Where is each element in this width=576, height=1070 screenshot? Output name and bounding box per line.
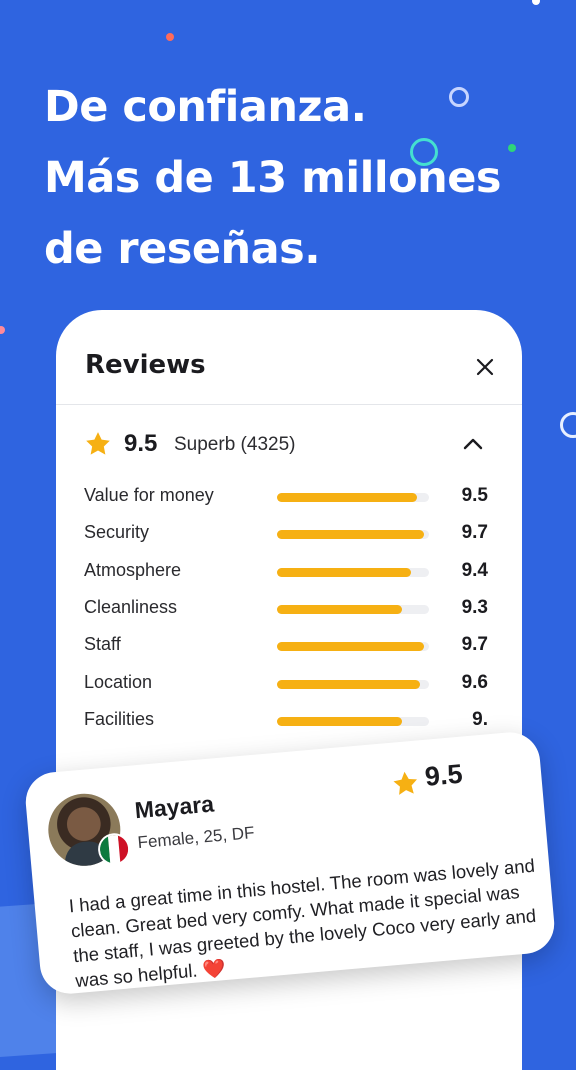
reviewer-name: Mayara — [133, 790, 215, 824]
overall-label: Superb (4325) — [174, 434, 296, 455]
rating-bar-fill — [277, 568, 411, 577]
decor-dot-green — [508, 144, 516, 152]
rating-bar-track — [277, 530, 429, 539]
reviewer-meta: Female, 25, DF — [136, 823, 256, 853]
overall-rating[interactable]: 9.5 Superb (4325) — [84, 428, 496, 462]
rating-bar-fill — [277, 493, 417, 502]
decor-dot-white — [532, 0, 540, 5]
rating-bar-fill — [277, 642, 425, 651]
rating-bar-track — [277, 680, 429, 689]
rating-bar-track — [277, 493, 429, 502]
star-icon — [86, 432, 110, 455]
rating-label: Cleanliness — [84, 597, 178, 617]
rating-value: 9.6 — [461, 672, 488, 693]
rating-value: 9.7 — [461, 522, 488, 543]
headline-line-2: Más de 13 millones — [44, 153, 502, 203]
rating-row-cleanliness: Cleanliness 9.3 — [84, 595, 496, 623]
rating-value: 9.7 — [461, 634, 488, 655]
rating-label: Staff — [84, 634, 121, 654]
rating-row-atmosphere: Atmosphere 9.4 — [84, 558, 496, 586]
reviews-header: Reviews — [56, 310, 522, 405]
rating-label: Facilities — [84, 709, 155, 729]
overall-score: 9.5 — [124, 430, 158, 457]
close-button[interactable] — [474, 356, 496, 378]
headline-line-1: De confianza. — [44, 82, 367, 132]
rating-bar-fill — [277, 530, 425, 539]
rating-value: 9.4 — [461, 560, 488, 581]
chevron-up-icon[interactable] — [462, 434, 484, 454]
rating-row-location: Location 9.6 — [84, 670, 496, 698]
review-card[interactable]: Mayara Female, 25, DF 9.5 I had a great … — [23, 729, 557, 997]
close-icon — [476, 358, 494, 376]
headline: De confianza. Más de 13 millones de rese… — [44, 72, 502, 285]
review-score: 9.5 — [423, 758, 464, 792]
rating-row-security: Security 9.7 — [84, 520, 496, 548]
rating-label: Value for money — [84, 485, 214, 505]
rating-bar-fill — [277, 605, 402, 614]
rating-bar-fill — [277, 717, 402, 726]
star-icon — [393, 771, 417, 795]
rating-label: Location — [84, 672, 153, 692]
reviews-title: Reviews — [85, 350, 206, 380]
rating-value: 9. — [472, 709, 488, 730]
rating-bar-track — [277, 568, 429, 577]
rating-bar-track — [277, 605, 429, 614]
heart-emoji: ❤️ — [201, 957, 227, 980]
rating-label: Atmosphere — [84, 560, 182, 580]
decor-dot-pink — [0, 326, 5, 334]
rating-value: 9.3 — [461, 597, 488, 618]
rating-row-facilities: Facilities 9. — [84, 707, 496, 735]
decor-ring-white-right — [560, 412, 576, 438]
decor-dot-orange — [166, 33, 174, 41]
rating-label: Security — [84, 522, 150, 542]
rating-bar-track — [277, 642, 429, 651]
rating-bar-track — [277, 717, 429, 726]
rating-bar-fill — [277, 680, 420, 689]
headline-line-3: de reseñas. — [44, 224, 321, 274]
rating-row-staff: Staff 9.7 — [84, 632, 496, 660]
rating-row-value-for-money: Value for money 9.5 — [84, 483, 496, 511]
rating-value: 9.5 — [461, 485, 488, 506]
